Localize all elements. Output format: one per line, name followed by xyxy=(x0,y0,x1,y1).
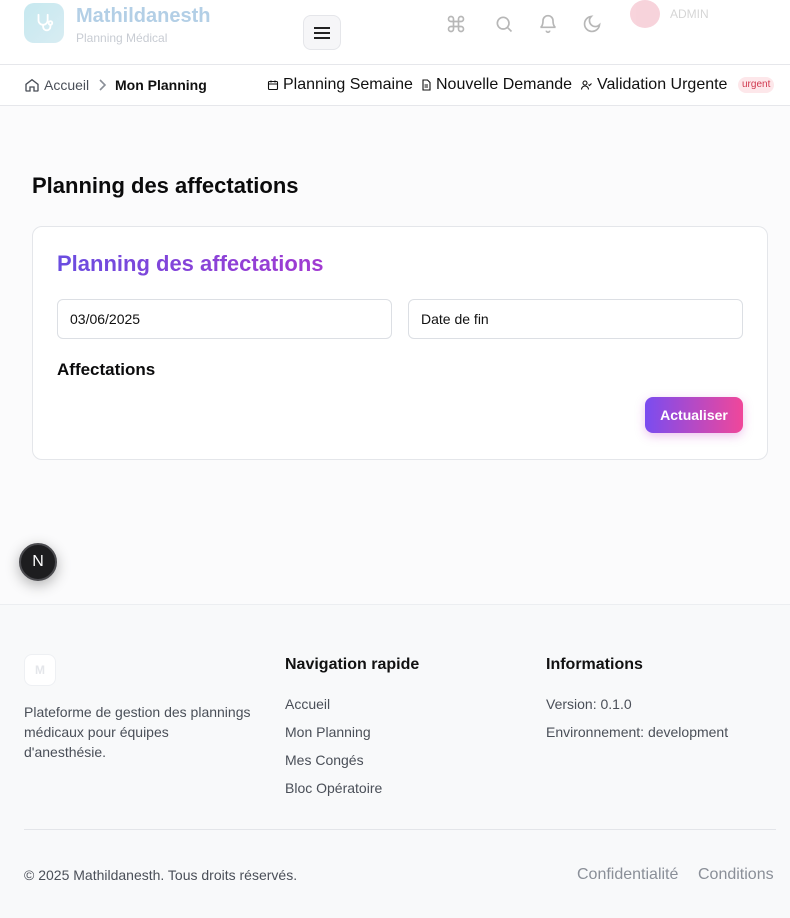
assignments-section-title: Affectations xyxy=(57,360,156,379)
card-title: Planning des affectations xyxy=(57,251,324,276)
quick-link-urgent-validation[interactable]: Validation Urgente xyxy=(580,76,727,94)
user-check-icon xyxy=(580,80,592,90)
terms-link[interactable]: Conditions xyxy=(698,866,774,884)
quick-link-urgent-label: Validation Urgente xyxy=(597,76,728,93)
nextjs-dev-indicator-icon[interactable]: N xyxy=(19,543,57,581)
moon-icon[interactable] xyxy=(580,12,604,36)
breadcrumb-home-link[interactable]: Accueil xyxy=(24,77,89,93)
footer-description: Plateforme de gestion des plannings médi… xyxy=(24,704,251,760)
footer-info-title: Informations xyxy=(546,656,643,673)
privacy-link[interactable]: Confidentialité xyxy=(577,866,678,884)
footer-link-accueil[interactable]: Accueil xyxy=(285,696,330,712)
copyright: © 2025 Mathildanesth. Tous droits réserv… xyxy=(24,867,298,883)
footer-link-mes-conges[interactable]: Mes Congés xyxy=(285,752,364,768)
stethoscope-logo-icon[interactable] xyxy=(24,3,64,43)
chevron-right-icon xyxy=(96,78,108,97)
user-name: ADMIN xyxy=(670,7,709,21)
footer: M Plateforme de gestion des plannings mé… xyxy=(0,604,790,918)
document-icon xyxy=(422,79,431,91)
quick-link-week-label: Planning Semaine xyxy=(283,76,413,93)
menu-toggle-button[interactable] xyxy=(303,15,341,50)
app-name[interactable]: Mathildanesth xyxy=(76,5,210,28)
hamburger-icon xyxy=(314,26,330,39)
urgent-badge: urgent xyxy=(738,77,775,93)
quick-link-week-planning[interactable]: Planning Semaine xyxy=(267,76,413,94)
top-header: Mathildanesth Planning Médical ADMIN xyxy=(0,0,790,65)
user-menu[interactable]: ADMIN xyxy=(630,0,780,28)
footer-nav-title: Navigation rapide xyxy=(285,656,420,673)
footer-version: Version: 0.1.0 xyxy=(546,696,632,712)
calendar-icon xyxy=(267,80,279,91)
quick-link-request-label: Nouvelle Demande xyxy=(436,76,573,93)
command-icon[interactable] xyxy=(444,12,468,36)
avatar xyxy=(630,0,660,28)
page-title: Planning des affectations xyxy=(32,173,299,198)
footer-divider xyxy=(24,829,776,830)
refresh-button[interactable]: Actualiser xyxy=(645,397,743,433)
footer-link-mon-planning[interactable]: Mon Planning xyxy=(285,724,371,740)
footer-logo-icon: M xyxy=(24,654,56,686)
end-date-input[interactable] xyxy=(408,299,743,339)
breadcrumb-bar: Accueil Mon Planning Planning Semaine No… xyxy=(0,65,790,106)
search-icon[interactable] xyxy=(492,12,516,36)
start-date-input[interactable] xyxy=(57,299,392,339)
quick-link-new-request[interactable]: Nouvelle Demande xyxy=(420,76,572,94)
footer-environment: Environnement: development xyxy=(546,724,729,740)
breadcrumb-home-label: Accueil xyxy=(44,77,90,93)
planning-card: Planning des affectations Affectations A… xyxy=(32,226,768,460)
home-icon xyxy=(25,78,39,92)
footer-link-bloc-operatoire[interactable]: Bloc Opératoire xyxy=(285,780,382,796)
breadcrumb-current: Mon Planning xyxy=(115,77,207,93)
bell-icon[interactable] xyxy=(536,12,560,36)
app-subtitle: Planning Médical xyxy=(76,31,168,45)
